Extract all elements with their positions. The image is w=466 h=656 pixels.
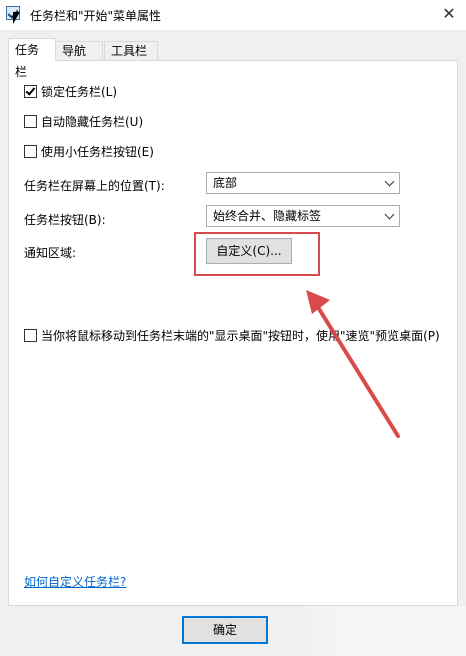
tab-taskbar[interactable]: 任务栏 <box>8 38 56 79</box>
help-link[interactable]: 如何自定义任务栏? <box>24 573 126 590</box>
ok-button[interactable]: 确定 <box>182 616 268 644</box>
annotation-arrow-icon <box>306 290 400 438</box>
ok-button-label: 确定 <box>212 623 237 637</box>
watermark-overlay <box>298 606 466 656</box>
